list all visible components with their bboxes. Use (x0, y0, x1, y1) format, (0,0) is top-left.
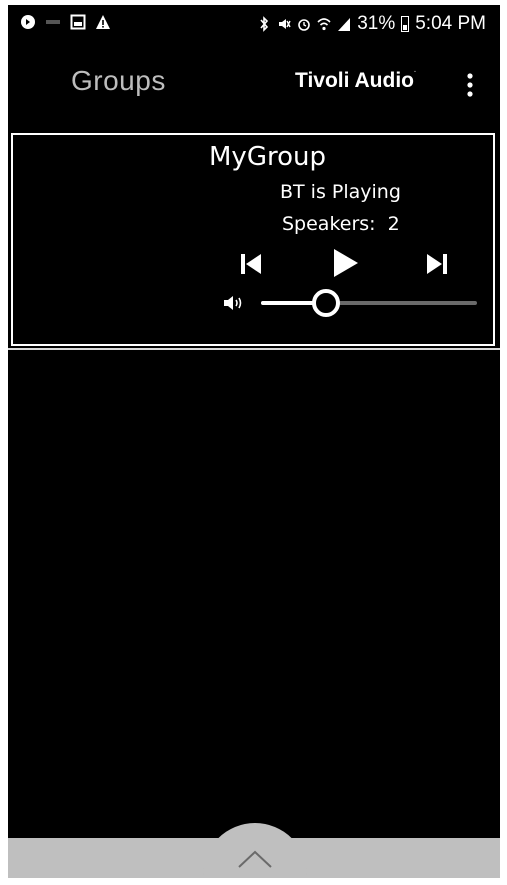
wifi-icon (317, 18, 331, 31)
mute-icon (279, 19, 291, 29)
status-bar: 31% 5:04 PM (8, 5, 500, 43)
app-notification-icon (21, 15, 35, 29)
group-card[interactable]: MyGroup BT is Playing Speakers: 2 (11, 133, 495, 346)
app-screen: 31% 5:04 PM Groups Tivoli Audio· MyGroup… (8, 5, 500, 878)
brand-name: Tivoli Audio (295, 69, 414, 92)
volume-icon (224, 296, 242, 310)
system-status: 31% 5:04 PM (257, 13, 486, 35)
group-name: MyGroup (209, 142, 326, 172)
previous-track-icon[interactable] (239, 252, 263, 276)
chevron-up-icon (238, 850, 272, 868)
group-status: BT is Playing (280, 181, 401, 203)
play-icon[interactable] (329, 247, 361, 279)
app-bar: Groups Tivoli Audio· (8, 43, 500, 131)
brand-mark: · (414, 69, 417, 76)
brand-logo: Tivoli Audio· (295, 69, 416, 93)
divider (8, 348, 500, 350)
minus-notification-icon (46, 20, 60, 24)
signal-icon (338, 18, 351, 31)
warning-notification-icon (96, 15, 110, 29)
battery-icon (401, 16, 410, 32)
alarm-icon (298, 19, 311, 31)
speaker-count: Speakers: 2 (282, 213, 400, 235)
notification-icons (20, 14, 111, 30)
clock: 5:04 PM (415, 13, 486, 34)
volume-slider[interactable] (261, 286, 477, 320)
overflow-menu-icon[interactable] (463, 71, 477, 99)
slider-thumb[interactable] (311, 289, 340, 317)
drawer-handle[interactable] (203, 823, 307, 878)
page-title: Groups (71, 65, 166, 96)
battery-percent: 31% (357, 13, 396, 34)
next-track-icon[interactable] (425, 252, 449, 276)
image-notification-icon (70, 14, 86, 30)
bluetooth-icon (260, 16, 269, 32)
